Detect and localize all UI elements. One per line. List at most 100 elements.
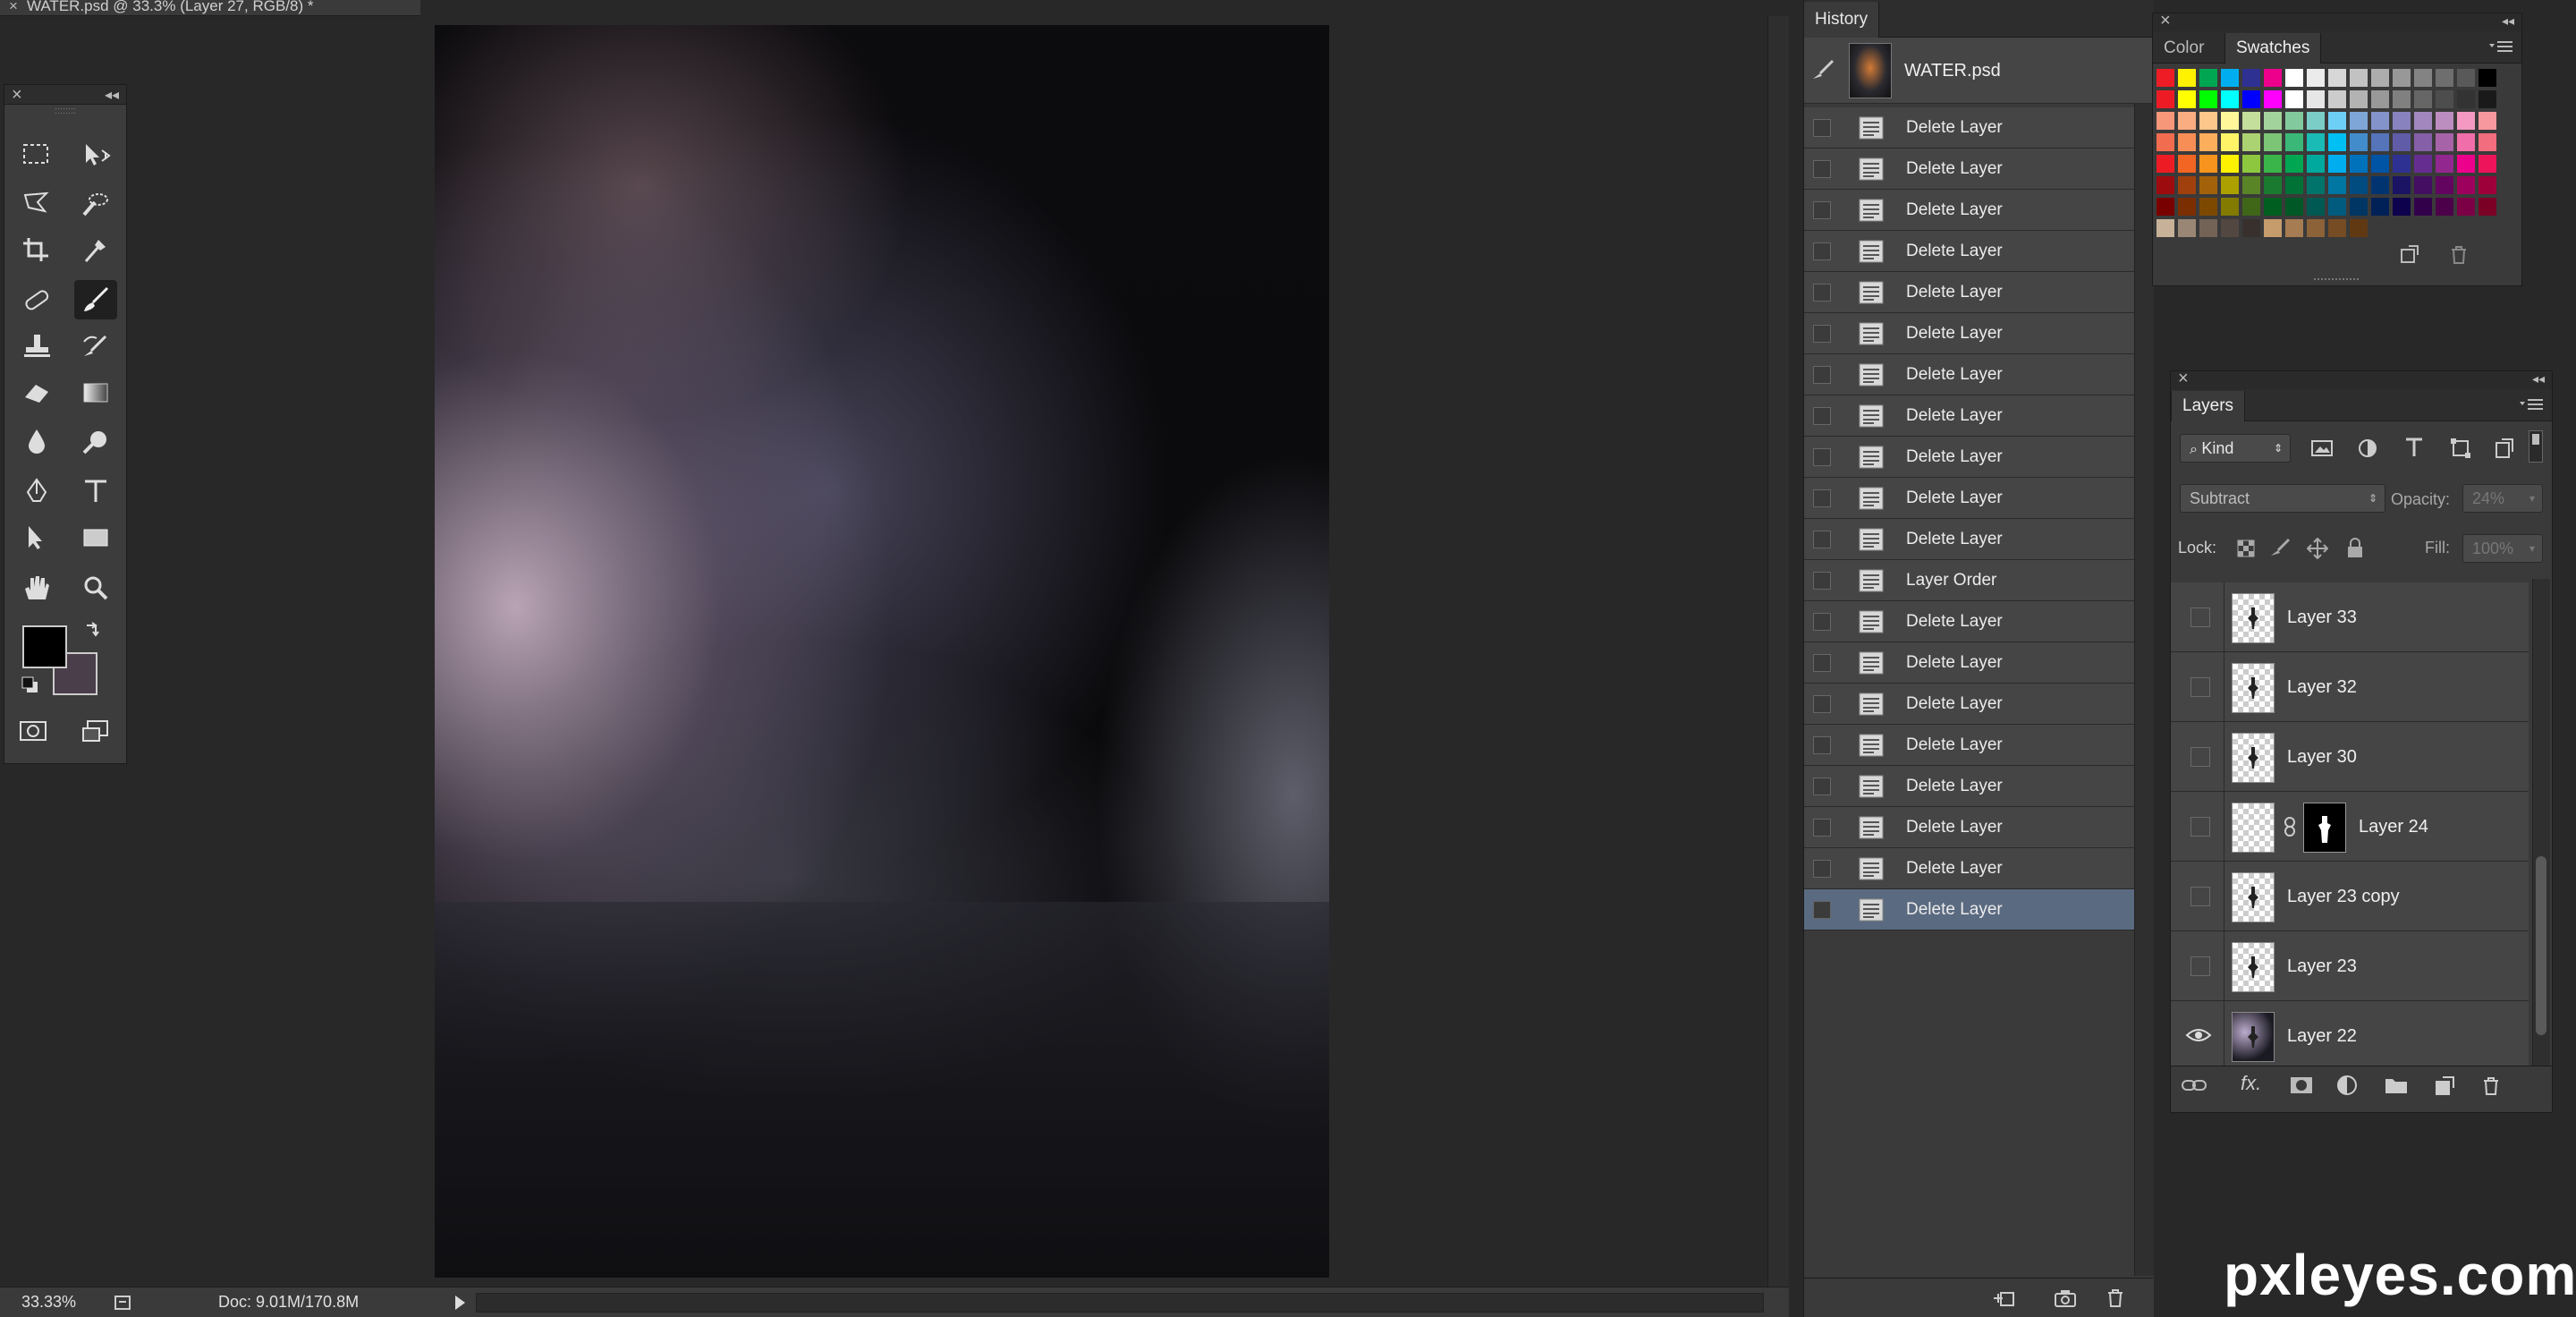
color-swatch[interactable]	[2199, 112, 2217, 130]
color-swatch[interactable]	[2457, 155, 2475, 173]
delete-swatch-icon[interactable]	[2448, 244, 2470, 266]
history-brush-source-checkbox[interactable]	[1813, 448, 1831, 466]
color-swatch[interactable]	[2436, 90, 2453, 108]
color-swatch[interactable]	[2436, 198, 2453, 216]
color-swatch[interactable]	[2199, 219, 2217, 237]
color-swatch[interactable]	[2307, 90, 2325, 108]
color-swatch[interactable]	[2414, 198, 2432, 216]
color-swatch[interactable]	[2436, 112, 2453, 130]
color-swatch[interactable]	[2242, 176, 2260, 194]
color-swatch[interactable]	[2457, 198, 2475, 216]
color-swatch[interactable]	[2157, 219, 2174, 237]
history-brush-source-checkbox[interactable]	[1813, 366, 1831, 384]
color-swatch[interactable]	[2371, 155, 2389, 173]
color-swatch[interactable]	[2221, 176, 2239, 194]
history-tab[interactable]: History	[1804, 2, 1880, 38]
adjustment-layer-filter-icon[interactable]	[2357, 438, 2378, 459]
history-brush-source-checkbox[interactable]	[1813, 407, 1831, 425]
history-brush-source-checkbox[interactable]	[1813, 777, 1831, 795]
color-swatch[interactable]	[2436, 69, 2453, 87]
layer-row[interactable]: Layer 30	[2171, 722, 2529, 792]
lock-all-icon[interactable]	[2346, 538, 2364, 559]
layer-visibility-cell[interactable]	[2171, 652, 2224, 722]
color-swatch[interactable]	[2221, 198, 2239, 216]
visibility-toggle[interactable]	[2190, 677, 2210, 697]
color-swatch[interactable]	[2242, 69, 2260, 87]
layer-visibility-cell[interactable]	[2171, 1001, 2224, 1071]
gradient-tool[interactable]	[74, 373, 117, 412]
color-swatch[interactable]	[2350, 176, 2368, 194]
color-swatch[interactable]	[2414, 133, 2432, 151]
color-swatch[interactable]	[2199, 133, 2217, 151]
eyedropper-tool[interactable]	[74, 230, 117, 269]
layers-scrollbar[interactable]	[2532, 579, 2550, 1066]
color-swatch[interactable]	[2371, 69, 2389, 87]
tab-layers[interactable]: Layers	[2171, 391, 2246, 421]
color-swatch[interactable]	[2264, 176, 2282, 194]
crop-tool[interactable]	[15, 230, 58, 269]
color-swatch[interactable]	[2264, 69, 2282, 87]
history-state-row[interactable]: Delete Layer	[1804, 272, 2153, 313]
export-icon[interactable]	[113, 1293, 132, 1313]
color-swatch[interactable]	[2371, 198, 2389, 216]
opacity-field[interactable]: 24% ▾	[2462, 484, 2543, 513]
color-swatch[interactable]	[2157, 133, 2174, 151]
color-swatch[interactable]	[2328, 219, 2346, 237]
history-scrollbar[interactable]	[2134, 104, 2154, 1276]
pen-tool[interactable]	[15, 472, 58, 511]
color-swatch[interactable]	[2221, 155, 2239, 173]
color-swatch[interactable]	[2371, 90, 2389, 108]
color-swatch[interactable]	[2221, 112, 2239, 130]
color-swatch[interactable]	[2371, 112, 2389, 130]
history-state-row[interactable]: Delete Layer	[1804, 766, 2153, 807]
color-swatch[interactable]	[2328, 155, 2346, 173]
color-swatch[interactable]	[2436, 155, 2453, 173]
layer-visibility-cell[interactable]	[2171, 582, 2224, 652]
clone-stamp-tool[interactable]	[15, 327, 58, 366]
color-swatch[interactable]	[2393, 112, 2411, 130]
color-swatch[interactable]	[2414, 90, 2432, 108]
color-swatch[interactable]	[2393, 198, 2411, 216]
layer-filter-select[interactable]: ⌕ Kind ⇕	[2180, 434, 2291, 463]
history-state-row[interactable]: Delete Layer	[1804, 848, 2153, 889]
color-swatch[interactable]	[2479, 112, 2496, 130]
tab-color[interactable]: Color	[2153, 33, 2215, 64]
color-swatch[interactable]	[2371, 133, 2389, 151]
color-swatch[interactable]	[2393, 90, 2411, 108]
color-swatch[interactable]	[2221, 219, 2239, 237]
history-brush-source-checkbox[interactable]	[1813, 736, 1831, 754]
color-swatch[interactable]	[2178, 198, 2196, 216]
pixel-layer-filter-icon[interactable]	[2310, 438, 2334, 459]
shape-layer-filter-icon[interactable]	[2450, 438, 2471, 459]
move-tool[interactable]	[74, 135, 117, 174]
color-swatch[interactable]	[2307, 176, 2325, 194]
color-swatch[interactable]	[2178, 155, 2196, 173]
lasso-tool[interactable]	[15, 183, 58, 223]
hand-tool[interactable]	[15, 568, 58, 608]
history-state-row[interactable]: Delete Layer	[1804, 807, 2153, 848]
history-brush-source-checkbox[interactable]	[1813, 901, 1831, 919]
color-swatch[interactable]	[2350, 90, 2368, 108]
color-swatch[interactable]	[2414, 176, 2432, 194]
layer-row[interactable]: Layer 24	[2171, 792, 2529, 862]
collapse-icon[interactable]: ◂◂	[2532, 371, 2545, 387]
default-colors-icon[interactable]	[21, 675, 40, 695]
layer-row[interactable]: Layer 23	[2171, 931, 2529, 1001]
color-swatch[interactable]	[2350, 155, 2368, 173]
blend-mode-select[interactable]: Subtract ⇕	[2180, 484, 2385, 513]
color-swatch[interactable]	[2307, 155, 2325, 173]
chain-link-icon[interactable]	[2282, 817, 2298, 837]
color-swatch[interactable]	[2393, 176, 2411, 194]
layer-visibility-cell[interactable]	[2171, 722, 2224, 792]
color-swatch[interactable]	[2157, 155, 2174, 173]
close-icon[interactable]: ×	[12, 85, 22, 106]
color-swatch[interactable]	[2371, 176, 2389, 194]
status-menu-arrow-icon[interactable]	[453, 1293, 467, 1313]
history-brush-source-checkbox[interactable]	[1813, 819, 1831, 837]
color-swatch[interactable]	[2178, 69, 2196, 87]
tab-swatches[interactable]: Swatches	[2224, 33, 2322, 64]
color-swatch[interactable]	[2285, 176, 2303, 194]
color-swatch[interactable]	[2414, 112, 2432, 130]
camera-icon[interactable]	[2053, 1287, 2078, 1309]
color-swatch[interactable]	[2264, 133, 2282, 151]
